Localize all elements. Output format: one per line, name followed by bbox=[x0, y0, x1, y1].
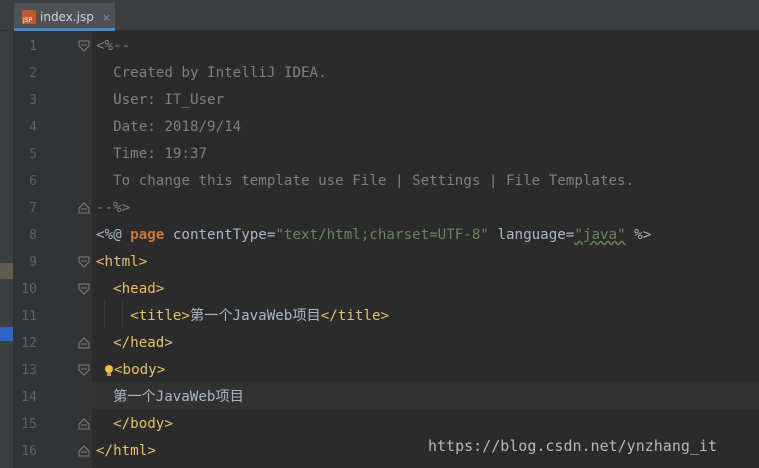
code-text: Created by IntelliJ IDEA. bbox=[96, 65, 327, 81]
title-text: 第一个JavaWeb项目 bbox=[189, 308, 321, 324]
fold-close-icon[interactable] bbox=[78, 337, 90, 349]
tab-close-icon[interactable]: × bbox=[102, 11, 111, 24]
fold-open-icon[interactable] bbox=[78, 364, 90, 376]
line-number: 3 bbox=[29, 93, 37, 108]
code-text: </head> bbox=[96, 335, 173, 351]
code-text: User: IT_User bbox=[96, 92, 225, 108]
attr-content-type: contentType= bbox=[164, 227, 276, 243]
line-number: 15 bbox=[21, 417, 37, 432]
line-number: 6 bbox=[29, 174, 37, 189]
code-line-6: 6 To change this template use File | Set… bbox=[0, 168, 759, 195]
line-number: 16 bbox=[21, 444, 37, 459]
code-line-5: 5 Time: 19:37 bbox=[0, 141, 759, 168]
code-line-11: 11 <title>第一个JavaWeb项目</title> bbox=[0, 303, 759, 330]
code-text: Time: 19:37 bbox=[96, 146, 208, 162]
fold-open-icon[interactable] bbox=[78, 256, 90, 268]
line-number: 4 bbox=[29, 120, 37, 135]
fold-close-icon[interactable] bbox=[78, 418, 90, 430]
code-text: <body> bbox=[114, 362, 166, 378]
code-text: </html> bbox=[96, 443, 156, 459]
code-line-14: 14 第一个JavaWeb项目 bbox=[0, 384, 759, 411]
code-line-8: 8 <%@ page contentType="text/html;charse… bbox=[0, 222, 759, 249]
code-text: <html> bbox=[96, 254, 148, 270]
fold-open-icon[interactable] bbox=[78, 40, 90, 52]
keyword-page: page bbox=[130, 227, 165, 243]
tag-title-open: <title> bbox=[96, 308, 190, 324]
string-content-type: "text/html;charset=UTF-8" bbox=[275, 227, 489, 243]
code-line-3: 3 User: IT_User bbox=[0, 87, 759, 114]
line-number: 2 bbox=[29, 66, 37, 81]
tag-title-close: </title> bbox=[320, 308, 390, 324]
code-line-12: 12 </head> bbox=[0, 330, 759, 357]
tab-index-jsp[interactable]: JSP index.jsp × bbox=[14, 3, 115, 31]
code-text: <head> bbox=[96, 281, 165, 297]
code-text: To change this template use File | Setti… bbox=[96, 173, 635, 189]
code-text: Date: 2018/9/14 bbox=[96, 119, 242, 135]
line-number: 13 bbox=[21, 363, 37, 378]
string-language: "java" bbox=[574, 227, 626, 243]
line-number: 14 bbox=[21, 390, 37, 405]
line-number: 10 bbox=[21, 282, 37, 297]
line-number: 11 bbox=[21, 309, 37, 324]
code-line-1: 1 <%-- bbox=[0, 33, 759, 60]
code-text: --%> bbox=[96, 200, 131, 216]
directive-open: <%@ bbox=[96, 227, 131, 243]
code-line-15: 15 </body> bbox=[0, 411, 759, 438]
line-number: 9 bbox=[29, 255, 37, 270]
line-number: 7 bbox=[29, 201, 37, 216]
code-text: <title>第一个JavaWeb项目</title> bbox=[96, 303, 389, 330]
code-text: 第一个JavaWeb项目 bbox=[96, 389, 244, 405]
line-number: 1 bbox=[29, 39, 37, 54]
fold-close-icon[interactable] bbox=[78, 445, 90, 457]
code-line-13: 13 <body> bbox=[0, 357, 759, 384]
code-text: </body> bbox=[96, 416, 173, 432]
lightbulb-icon[interactable] bbox=[104, 364, 114, 378]
line-number: 8 bbox=[29, 228, 37, 243]
attr-language: language= bbox=[488, 227, 575, 243]
tab-title: index.jsp bbox=[40, 10, 94, 24]
code-line-2: 2 Created by IntelliJ IDEA. bbox=[0, 60, 759, 87]
code-line-10: 10 <head> bbox=[0, 276, 759, 303]
jsp-file-icon: JSP bbox=[22, 10, 36, 24]
code-line-9: 9 <html> bbox=[0, 249, 759, 276]
fold-open-icon[interactable] bbox=[78, 283, 90, 295]
watermark: https://blog.csdn.net/ynzhang_it bbox=[428, 437, 717, 455]
directive-close: %> bbox=[625, 227, 652, 243]
code-text: <%-- bbox=[96, 38, 131, 54]
code-line-4: 4 Date: 2018/9/14 bbox=[0, 114, 759, 141]
code-line-7: 7 --%> bbox=[0, 195, 759, 222]
line-number: 12 bbox=[21, 336, 37, 351]
editor-tab-bar: JSP index.jsp × bbox=[0, 0, 759, 31]
fold-close-icon[interactable] bbox=[78, 202, 90, 214]
code-text: <%@ page contentType="text/html;charset=… bbox=[96, 222, 651, 249]
line-number: 5 bbox=[29, 147, 37, 162]
